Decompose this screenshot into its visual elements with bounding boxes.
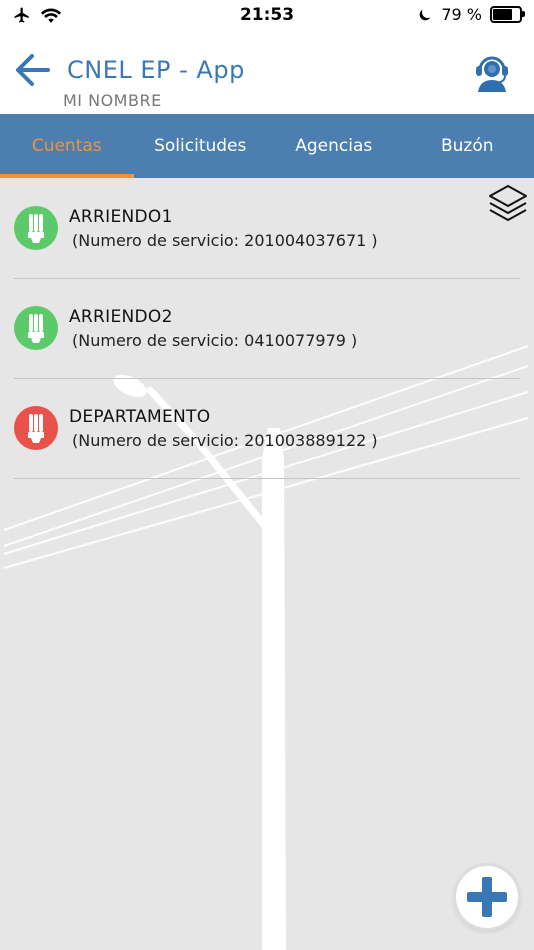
service-number: (Numero de servicio: 201003889122 ) — [72, 431, 378, 450]
account-row[interactable]: ARRIENDO1 (Numero de servicio: 201004037… — [14, 178, 520, 279]
bulb-status-icon — [14, 206, 58, 250]
bulb-status-icon — [14, 406, 58, 450]
app-title: CNEL EP - App — [67, 56, 245, 84]
support-button[interactable] — [472, 50, 512, 92]
battery-icon — [490, 6, 525, 23]
battery-fill — [493, 9, 512, 20]
account-name: DEPARTAMENTO — [69, 407, 211, 427]
plus-icon — [467, 877, 507, 917]
service-number: (Numero de servicio: 0410077979 ) — [72, 331, 358, 350]
moon-icon — [420, 9, 431, 20]
tab-solicitudes[interactable]: Solicitudes — [134, 114, 268, 178]
tab-cuentas[interactable]: Cuentas — [0, 114, 134, 178]
app-header: CNEL EP - App MI NOMBRE — [0, 30, 534, 114]
tab-agencias[interactable]: Agencias — [267, 114, 401, 178]
tab-buzon[interactable]: Buzón — [401, 114, 534, 178]
account-name: ARRIENDO2 — [69, 307, 173, 327]
headset-support-icon — [476, 56, 508, 92]
add-account-button[interactable] — [456, 866, 518, 928]
user-name: MI NOMBRE — [63, 91, 162, 110]
account-name: ARRIENDO1 — [69, 207, 173, 227]
bulb-status-icon — [14, 306, 58, 350]
account-row[interactable]: ARRIENDO2 (Numero de servicio: 041007797… — [14, 278, 520, 379]
accounts-panel: ARRIENDO1 (Numero de servicio: 201004037… — [0, 178, 534, 950]
tab-bar: Cuentas Solicitudes Agencias Buzón — [0, 114, 534, 178]
back-button[interactable] — [12, 50, 52, 90]
battery-percentage: 79 % — [441, 5, 482, 24]
service-number: (Numero de servicio: 201004037671 ) — [72, 231, 378, 250]
account-row[interactable]: DEPARTAMENTO (Numero de servicio: 201003… — [14, 378, 520, 479]
status-bar: 21:53 79 % — [0, 0, 534, 30]
arrow-left-icon — [16, 54, 50, 86]
